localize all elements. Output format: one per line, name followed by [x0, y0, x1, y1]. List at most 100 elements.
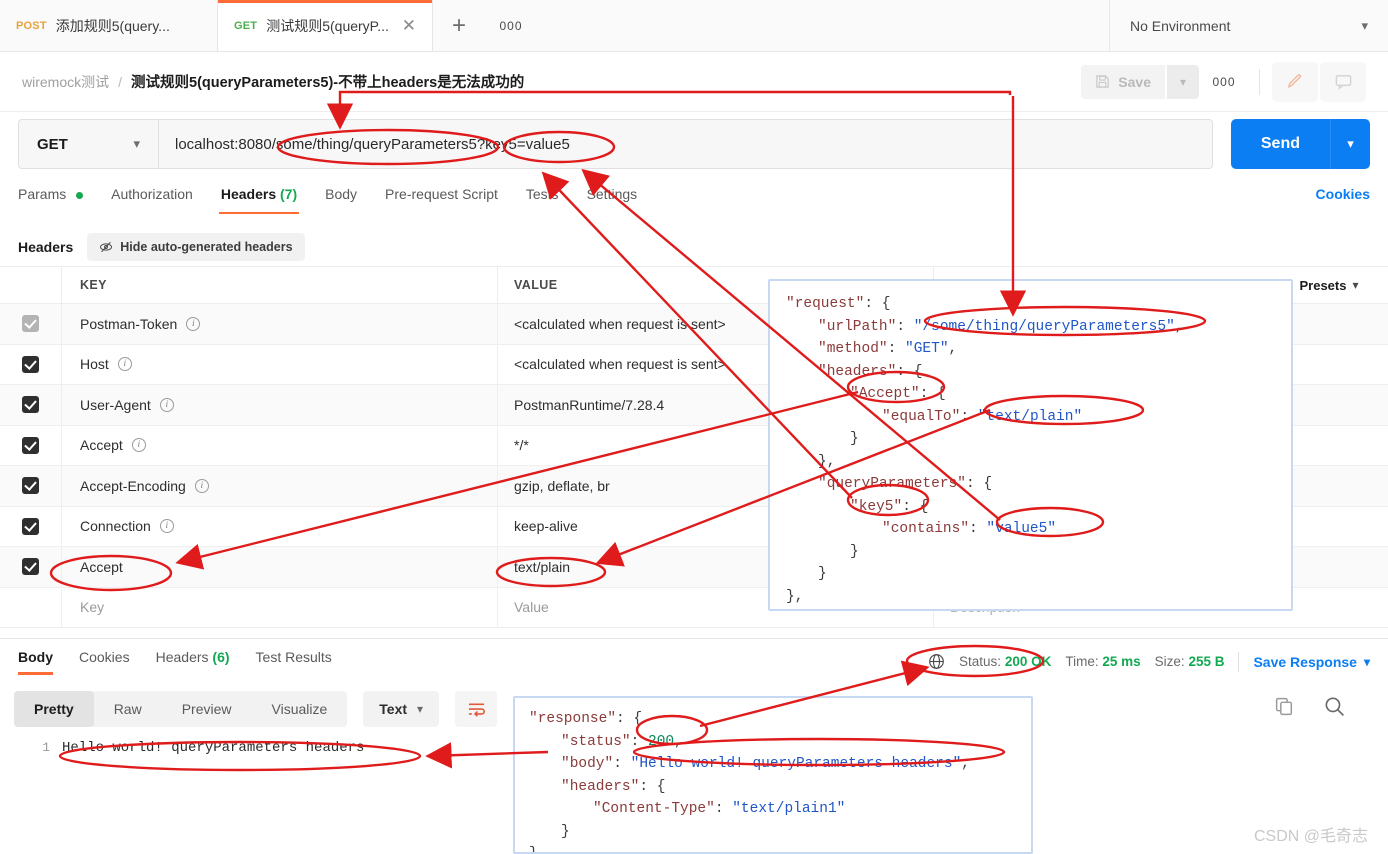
cookies-link[interactable]: Cookies — [1316, 186, 1370, 202]
json-line: "equalTo": "text/plain" — [786, 406, 1281, 429]
info-icon[interactable]: i — [159, 519, 174, 534]
header-key-cell[interactable]: Accept — [62, 547, 498, 587]
json-token: : { — [902, 498, 929, 515]
search-button[interactable] — [1323, 695, 1346, 723]
size-label: Size: — [1154, 654, 1185, 669]
send-button-group: Send ▾ — [1230, 119, 1370, 169]
json-token: "body" — [561, 756, 614, 772]
save-response-label: Save Response — [1253, 653, 1357, 670]
save-button[interactable]: Save — [1081, 64, 1165, 99]
json-line: }, — [786, 451, 1281, 474]
row-checkbox[interactable] — [22, 517, 39, 535]
response-stub-json-overlay: "response": {"status": 200, "body": "Hell… — [513, 696, 1033, 854]
breadcrumb-actions: Save ▾ 000 — [1081, 61, 1366, 102]
response-body-text: Hello world! queryParameters headers — [62, 740, 365, 756]
response-tab-headers-count: (6) — [212, 648, 230, 665]
row-checkbox[interactable] — [22, 436, 39, 454]
json-line: "queryParameters": { — [786, 473, 1281, 496]
column-checkbox — [0, 266, 62, 304]
tab-authorization[interactable]: Authorization — [97, 186, 207, 214]
view-mode-visualize[interactable]: Visualize — [252, 691, 348, 727]
json-token: } — [561, 823, 570, 840]
tab-settings[interactable]: Settings — [573, 186, 652, 214]
request-tab-0[interactable]: POST 添加规则5(query... — [0, 0, 218, 51]
response-meta: Status: 200 OK Time: 25 ms Size: 255 B S… — [928, 651, 1370, 672]
row-checkbox[interactable] — [22, 477, 39, 495]
json-token: "headers" — [818, 363, 897, 380]
new-header-key-input[interactable]: Key — [62, 587, 498, 627]
tab-headers[interactable]: Headers (7) — [207, 186, 311, 214]
edit-button[interactable] — [1272, 61, 1318, 102]
view-mode-preview[interactable]: Preview — [162, 691, 252, 727]
method-selector[interactable]: GET ▾ — [18, 119, 158, 169]
json-line: "urlPath": "/some/thing/queryParameters5… — [786, 316, 1281, 339]
info-icon[interactable]: i — [131, 438, 146, 453]
comment-icon — [1335, 75, 1351, 90]
row-checkbox[interactable] — [22, 558, 39, 576]
save-response-button[interactable]: Save Response ▾ — [1253, 654, 1370, 670]
close-icon[interactable]: ✕ — [402, 17, 416, 34]
header-key-cell[interactable]: Connection i — [62, 506, 498, 546]
params-indicator-dot — [76, 191, 84, 199]
json-token: }, — [529, 846, 547, 854]
word-wrap-button[interactable] — [455, 691, 498, 727]
row-checkbox-cell — [0, 587, 62, 627]
copy-button[interactable] — [1274, 696, 1295, 722]
watermark: CSDN @毛奇志 — [1253, 828, 1368, 845]
tab-tests[interactable]: Tests — [512, 186, 573, 214]
info-icon[interactable]: i — [194, 478, 209, 493]
json-token: }, — [818, 453, 836, 470]
json-token: } — [850, 543, 859, 560]
tab-pre-request-script[interactable]: Pre-request Script — [371, 186, 512, 214]
view-mode-raw[interactable]: Raw — [94, 691, 162, 727]
json-token: "status" — [561, 733, 631, 750]
header-key-cell[interactable]: User-Agent i — [62, 385, 498, 425]
header-key-cell[interactable]: Accept-Encoding i — [62, 466, 498, 506]
response-body-actions — [1274, 695, 1374, 723]
row-checkbox[interactable] — [22, 355, 39, 373]
new-tab-icon[interactable]: + — [433, 0, 485, 51]
tab-more-icon[interactable]: 000 — [485, 0, 537, 51]
header-key-cell[interactable]: Host i — [62, 344, 498, 384]
row-checkbox[interactable] — [22, 396, 39, 414]
row-checkbox[interactable] — [22, 315, 39, 333]
info-icon[interactable]: i — [117, 357, 132, 372]
json-line: }, — [786, 586, 1281, 609]
view-mode-pretty[interactable]: Pretty — [14, 691, 94, 727]
tab-params[interactable]: Params — [18, 186, 97, 214]
comment-button[interactable] — [1320, 61, 1366, 102]
json-token: "/some/thing/queryParameters5" — [913, 318, 1175, 335]
save-icon — [1096, 75, 1110, 88]
header-key-cell[interactable]: Postman-Token i — [62, 304, 498, 344]
json-token: , — [961, 756, 970, 772]
save-options-caret[interactable]: ▾ — [1167, 64, 1199, 99]
header-key-cell[interactable]: Accept i — [62, 425, 498, 465]
json-line: }, — [529, 843, 1021, 854]
info-icon[interactable]: i — [159, 397, 174, 412]
tab-params-label: Params — [18, 186, 67, 202]
json-line: "key5": { — [786, 496, 1281, 519]
method-label: GET — [37, 135, 68, 153]
url-input[interactable]: localhost:8080/some/thing/queryParameter… — [158, 119, 1213, 169]
send-options-caret[interactable]: ▾ — [1330, 119, 1370, 169]
format-selector[interactable]: Text ▾ — [363, 691, 440, 727]
status-badge: Status: 200 OK — [959, 654, 1051, 669]
request-more-icon[interactable]: 000 — [1201, 75, 1247, 89]
response-tab-headers[interactable]: Headers (6) — [143, 649, 243, 675]
environment-selector[interactable]: No Environment ▾ — [1110, 0, 1388, 51]
response-tab-cookies[interactable]: Cookies — [66, 649, 143, 675]
json-token: "value5" — [986, 521, 1057, 537]
request-tab-1[interactable]: GET 测试规则5(queryP... ✕ — [218, 0, 433, 51]
hide-auto-generated-headers-button[interactable]: Hide auto-generated headers — [87, 233, 305, 261]
info-icon[interactable]: i — [186, 316, 201, 331]
send-button[interactable]: Send — [1230, 119, 1330, 169]
breadcrumb-collection[interactable]: wiremock测试 — [22, 72, 109, 92]
globe-icon — [929, 654, 944, 669]
tab-body[interactable]: Body — [311, 186, 371, 214]
json-line: "request": { — [786, 293, 1281, 316]
json-token: "text/plain1" — [732, 801, 846, 817]
json-line: "headers": { — [786, 361, 1281, 384]
response-tab-test-results[interactable]: Test Results — [243, 649, 345, 675]
json-token: "text/plain" — [977, 408, 1083, 425]
response-tab-body[interactable]: Body — [18, 649, 66, 675]
